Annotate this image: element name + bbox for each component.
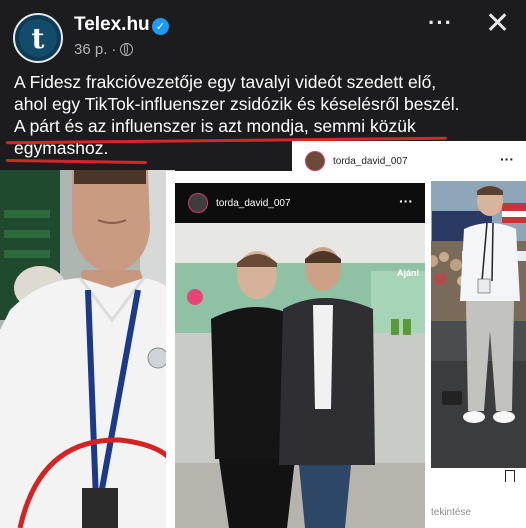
close-button[interactable]: ✕ bbox=[485, 6, 510, 41]
post-text-line: A párt és az influenszer is azt mondja, … bbox=[14, 116, 416, 136]
instagram-post-middle[interactable]: torda_david_007 ··· Ajánl bbox=[175, 183, 425, 528]
photo-man-with-lanyard bbox=[0, 170, 175, 528]
instagram-avatar[interactable] bbox=[305, 151, 325, 171]
meta-separator: · bbox=[111, 41, 117, 58]
bookmark-icon[interactable] bbox=[505, 470, 515, 482]
instagram-username[interactable]: torda_david_007 bbox=[333, 156, 408, 167]
post-time[interactable]: 36 p. bbox=[74, 41, 107, 58]
page-avatar[interactable]: t bbox=[13, 13, 63, 63]
photo-closeup-left[interactable] bbox=[0, 170, 175, 528]
instagram-caption: tekintése bbox=[431, 507, 472, 518]
photo-two-men bbox=[175, 223, 425, 528]
telex-logo: t bbox=[19, 19, 57, 57]
instagram-menu-button[interactable]: ··· bbox=[500, 151, 514, 167]
photo-banner-text: Ajánl bbox=[397, 268, 420, 278]
post-text-line: A Fidesz frakcióvezetője egy tavalyi vid… bbox=[14, 72, 437, 92]
globe-icon bbox=[120, 43, 134, 56]
more-options-button[interactable]: ··· bbox=[428, 10, 453, 36]
instagram-avatar[interactable] bbox=[188, 193, 208, 213]
verified-badge-icon: ✓ bbox=[152, 18, 169, 35]
instagram-header: torda_david_007 bbox=[175, 183, 291, 223]
image-collage[interactable]: torda_david_007 ··· tekintése torda_davi… bbox=[0, 141, 526, 528]
post-header: t Telex.hu ✓ 36 p. · ··· ✕ bbox=[0, 0, 526, 68]
instagram-username[interactable]: torda_david_007 bbox=[216, 198, 291, 209]
post-text-line: ahol egy TikTok-influenszer zsidózik és … bbox=[14, 94, 460, 114]
instagram-menu-button[interactable]: ··· bbox=[399, 193, 413, 209]
page-name[interactable]: Telex.hu bbox=[74, 14, 150, 36]
post-meta: 36 p. · bbox=[74, 41, 134, 58]
